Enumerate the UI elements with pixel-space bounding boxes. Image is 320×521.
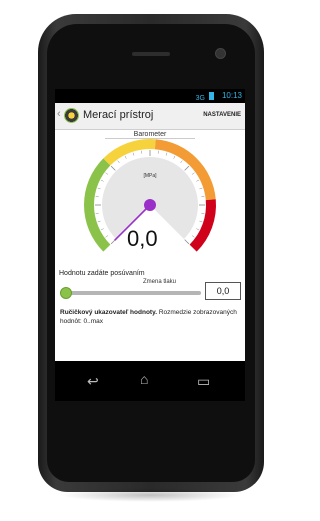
recents-icon[interactable]: ▭ [197,373,210,390]
gauge-tick [196,179,200,182]
gauge-tick [199,187,203,190]
app-title: Merací prístroj [83,109,154,121]
gauge-tick [100,179,104,182]
up-chevron-icon[interactable]: ‹ [57,108,61,120]
gauge-value: 0,0 [127,226,158,251]
value-input[interactable]: 0,0 [205,282,241,300]
gauge-tick [165,152,168,156]
description-bold: Ručičkový ukazovateľ hodnoty. [60,309,158,316]
gauge-tick [184,165,190,171]
slider-thumb[interactable] [60,287,72,299]
gauge-tick [97,220,101,223]
slider-label: Zmena tlaku [143,279,177,285]
gauge-unit: [MPa] [143,173,157,179]
gauge-hub [144,199,156,211]
back-icon[interactable]: ↩ [87,373,99,390]
pressure-slider[interactable] [61,291,201,295]
action-bar: ‹ Merací prístroj NASTAVENIE [55,103,245,130]
gauge-tick [100,228,104,231]
gauge-tick [132,152,135,156]
screen: 3G 10:13 ‹ Merací prístroj NASTAVENIE Ba… [55,89,245,401]
settings-button[interactable]: NASTAVENIE [203,112,241,118]
speaker-grille [132,52,170,56]
phone-shadow [60,488,240,502]
app-icon[interactable] [64,108,79,123]
gauge-tick [97,187,101,190]
gauge-tick [196,228,200,231]
gauge-tick [110,165,116,171]
nav-bar: ↩ ⌂ ▭ [55,361,245,401]
content-area: Barometer [MPa] 0,0 Hodnotu zadáte posúv… [55,130,245,361]
gauge-tick [184,239,190,245]
hint-text: Hodnotu zadáte posúvaním [59,270,145,277]
gauge-tick [124,155,127,159]
gauge-tick [117,160,120,164]
description: Ručičkový ukazovateľ hodnoty. Rozmedzie … [60,308,240,326]
gauge-tick [199,220,203,223]
battery-icon [209,92,214,100]
status-bar: 3G 10:13 [55,89,245,103]
status-time: 10:13 [221,91,242,100]
gauge: Barometer [MPa] 0,0 [55,130,245,265]
front-camera [215,48,226,59]
gauge-tick [173,155,176,159]
gauge-tick [191,235,195,238]
home-icon[interactable]: ⌂ [140,371,148,387]
gauge-tick [180,160,183,164]
gauge-tick [105,235,109,238]
